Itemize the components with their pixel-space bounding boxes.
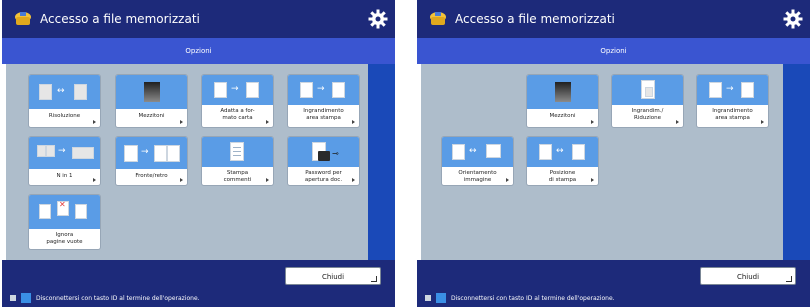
adatta-formato-label-1: Adatta a for-: [220, 108, 255, 114]
file-access-app-icon: [15, 12, 31, 25]
window-title: Accesso a file memorizzati: [455, 12, 615, 26]
bottom-bar: Chiudi: [417, 260, 810, 290]
title-bar: Accesso a file memorizzati: [2, 0, 395, 38]
n-in-1-button[interactable]: → N in 1: [28, 136, 101, 186]
password-apertura-label-1: Password per: [305, 170, 342, 176]
orientamento-label-2: immagine: [463, 177, 492, 183]
options-grid: ↔ Risoluzione Mezzitoni → Adatta a for- …: [6, 64, 368, 260]
stampa-commenti-label-1: Stampa: [226, 170, 249, 176]
stampa-commenti-label-2: commenti: [223, 177, 252, 183]
ingrandimento-area-label-1: Ingrandimento: [303, 108, 344, 114]
options-grid: Mezzitoni Ingrandim./ Riduzione → Ingran…: [421, 64, 783, 260]
enlarge-print-area-icon: →: [697, 75, 768, 105]
ignora-pagine-label-2: pagine vuote: [46, 239, 83, 245]
orientamento-immagine-button[interactable]: ↔ Orientamento immagine: [441, 136, 514, 186]
submenu-arrow-icon: [761, 120, 764, 124]
adatta-formato-button[interactable]: → Adatta a for- mato carta: [201, 74, 274, 128]
submenu-arrow-icon: [266, 178, 269, 182]
info-icon: [436, 293, 446, 303]
risoluzione-label: Risoluzione: [48, 113, 81, 119]
mezzitoni-button[interactable]: Mezzitoni: [115, 74, 188, 128]
posizione-stampa-button[interactable]: ↔ Posizione di stampa: [526, 136, 599, 186]
ingrandimento-area-button[interactable]: → Ingrandimento area stampa: [287, 74, 360, 128]
n-in-1-label: N in 1: [56, 173, 73, 179]
mezzitoni-button[interactable]: Mezzitoni: [526, 74, 599, 128]
info-icon: [21, 293, 31, 303]
status-bar: Disconnettersi con tasto ID al termine d…: [417, 290, 810, 307]
chiudi-label: Chiudi: [321, 273, 345, 281]
fronte-retro-button[interactable]: → Fronte/retro: [115, 136, 188, 186]
ingrandimento-area-label-1: Ingrandimento: [712, 108, 753, 114]
fit-paper-icon: →: [202, 75, 273, 105]
submenu-arrow-icon: [676, 120, 679, 124]
n-in-1-icon: →: [29, 137, 100, 169]
mezzitoni-label: Mezzitoni: [138, 113, 165, 119]
risoluzione-button[interactable]: ↔ Risoluzione: [28, 74, 101, 128]
posizione-label-1: Posizione: [549, 170, 576, 176]
adatta-formato-label-2: mato carta: [222, 115, 253, 121]
corner-mark-icon: [786, 276, 792, 282]
password-apertura-button[interactable]: ⊸ Password per apertura doc.: [287, 136, 360, 186]
posizione-label-2: di stampa: [548, 177, 577, 183]
ignora-pagine-label-1: Ignora: [55, 232, 74, 238]
submenu-arrow-icon: [352, 178, 355, 182]
settings-gear-icon[interactable]: [782, 8, 804, 30]
window-title: Accesso a file memorizzati: [40, 12, 200, 26]
ingrandimento-area-label-2: area stampa: [306, 115, 341, 121]
submenu-arrow-icon: [180, 178, 183, 182]
ingrandimento-area-label-2: area stampa: [715, 115, 750, 121]
submenu-arrow-icon: [591, 120, 594, 124]
screen-left: Accesso a file memorizzati Opzioni ↔ Ris…: [2, 0, 395, 307]
scroll-area[interactable]: [783, 64, 810, 260]
corner-mark-icon: [371, 276, 377, 282]
ignora-pagine-vuote-button[interactable]: ✕ Ignora pagine vuote: [28, 194, 101, 250]
status-message: Disconnettersi con tasto ID al termine d…: [451, 295, 615, 302]
chiudi-button[interactable]: Chiudi: [285, 267, 381, 285]
submenu-arrow-icon: [93, 178, 96, 182]
submenu-arrow-icon: [591, 178, 594, 182]
screen-right: Accesso a file memorizzati Opzioni Mezzi…: [417, 0, 810, 307]
fronte-retro-label: Fronte/retro: [135, 173, 168, 179]
bottom-bar: Chiudi: [2, 260, 395, 290]
status-indicator-icon: [425, 295, 431, 301]
file-access-app-icon: [430, 12, 446, 25]
enlarge-print-area-icon: →: [288, 75, 359, 105]
submenu-arrow-icon: [266, 120, 269, 124]
mezzitoni-label: Mezzitoni: [549, 113, 576, 119]
submenu-arrow-icon: [180, 120, 183, 124]
options-header: Opzioni: [417, 38, 810, 64]
halftone-icon: [116, 75, 187, 109]
settings-gear-icon[interactable]: [367, 8, 389, 30]
ingrandim-riduzione-label-1: Ingrandim./: [631, 108, 664, 114]
halftone-icon: [527, 75, 598, 109]
document-password-icon: ⊸: [288, 137, 359, 167]
ingrandim-riduzione-label-2: Riduzione: [634, 115, 661, 121]
ingrandim-riduzione-button[interactable]: Ingrandim./ Riduzione: [611, 74, 684, 128]
status-indicator-icon: [10, 295, 16, 301]
skip-blank-pages-icon: ✕: [29, 195, 100, 229]
stampa-commenti-button[interactable]: Stampa commenti: [201, 136, 274, 186]
duplex-icon: →: [116, 137, 187, 169]
print-position-icon: ↔: [527, 137, 598, 167]
submenu-arrow-icon: [506, 178, 509, 182]
orientamento-label-1: Orientamento: [458, 170, 497, 176]
submenu-arrow-icon: [352, 120, 355, 124]
resolution-icon: ↔: [29, 75, 100, 109]
status-message: Disconnettersi con tasto ID al termine d…: [36, 295, 200, 302]
print-comments-icon: [202, 137, 273, 167]
status-bar: Disconnettersi con tasto ID al termine d…: [2, 290, 395, 307]
options-header: Opzioni: [2, 38, 395, 64]
title-bar: Accesso a file memorizzati: [417, 0, 810, 38]
zoom-ratio-icon: [612, 75, 683, 105]
scroll-area[interactable]: [368, 64, 395, 260]
ingrandimento-area-button[interactable]: → Ingrandimento area stampa: [696, 74, 769, 128]
image-orientation-icon: ↔: [442, 137, 513, 167]
submenu-arrow-icon: [93, 120, 96, 124]
chiudi-label: Chiudi: [736, 273, 760, 281]
chiudi-button[interactable]: Chiudi: [700, 267, 796, 285]
password-apertura-label-2: apertura doc.: [304, 177, 343, 183]
